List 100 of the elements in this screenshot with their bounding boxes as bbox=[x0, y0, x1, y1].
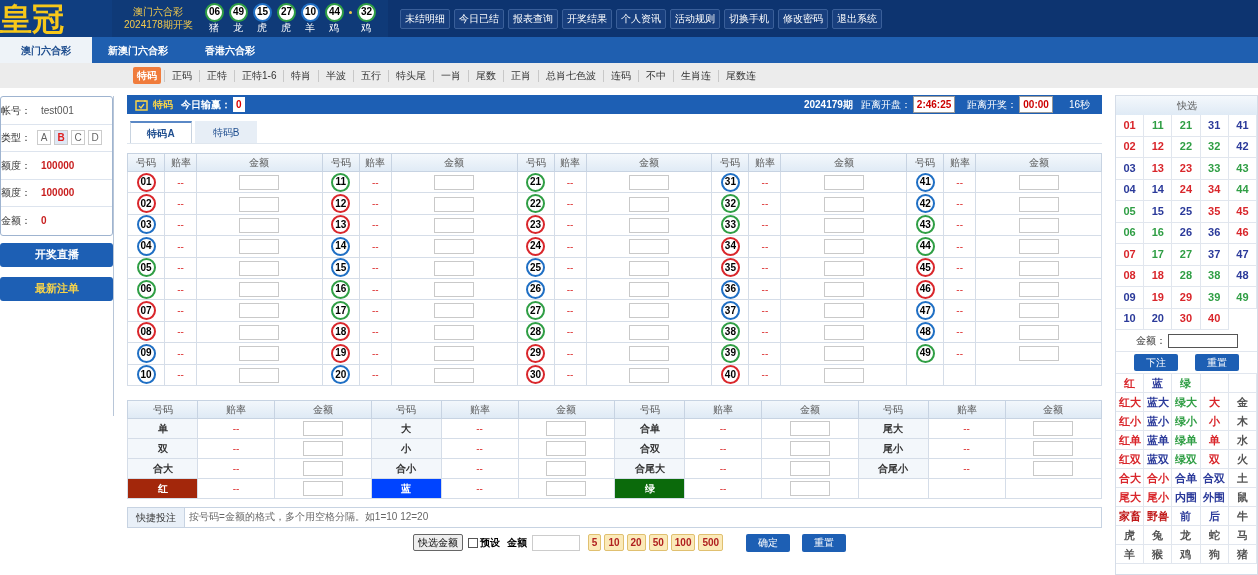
quick-pick-number[interactable]: 23 bbox=[1179, 162, 1193, 174]
amount-input[interactable] bbox=[434, 217, 475, 233]
quick-pick-option[interactable]: 野兽 bbox=[1146, 510, 1169, 522]
quick-pick-number[interactable]: 10 bbox=[1123, 313, 1136, 325]
side-menu-button[interactable]: 开奖直播 bbox=[0, 242, 113, 267]
play-type-tab[interactable]: 尾数 bbox=[472, 67, 501, 84]
amount-input[interactable] bbox=[789, 441, 830, 457]
play-type-tab[interactable]: 生肖连 bbox=[677, 67, 716, 84]
nav-button[interactable]: 开奖结果 bbox=[561, 8, 612, 29]
quick-amount-button[interactable]: 快选金额 bbox=[412, 534, 463, 552]
amount-input[interactable] bbox=[434, 239, 475, 255]
amount-input[interactable] bbox=[629, 217, 669, 233]
quick-pick-option[interactable]: 合单 bbox=[1175, 472, 1197, 484]
quick-pick-button[interactable]: 重置 bbox=[1195, 354, 1239, 371]
quick-pick-number[interactable]: 47 bbox=[1236, 248, 1249, 260]
quick-pick-number[interactable]: 29 bbox=[1179, 291, 1193, 303]
quick-pick-option[interactable]: 木 bbox=[1236, 415, 1248, 427]
quick-pick-option[interactable]: 单 bbox=[1208, 434, 1220, 446]
amount-input[interactable] bbox=[1033, 421, 1074, 437]
amount-chip[interactable]: 5 bbox=[587, 534, 602, 552]
quick-pick-number[interactable]: 14 bbox=[1151, 184, 1164, 196]
quick-pick-number[interactable]: 13 bbox=[1151, 162, 1164, 174]
amount-input[interactable] bbox=[1033, 461, 1074, 477]
amount-input[interactable] bbox=[239, 367, 280, 383]
quick-pick-number[interactable]: 42 bbox=[1236, 141, 1249, 153]
quick-pick-option[interactable]: 后 bbox=[1208, 510, 1220, 522]
amount-input[interactable] bbox=[1018, 324, 1059, 340]
quick-pick-number[interactable]: 41 bbox=[1236, 119, 1249, 131]
quick-pick-option[interactable]: 红双 bbox=[1118, 453, 1141, 465]
quick-pick-option[interactable]: 双 bbox=[1208, 453, 1220, 465]
quick-pick-option[interactable]: 狗 bbox=[1208, 548, 1220, 560]
nav-button[interactable]: 报表查询 bbox=[507, 8, 558, 29]
amount-input[interactable] bbox=[1018, 239, 1059, 255]
quick-pick-number[interactable]: 19 bbox=[1151, 291, 1164, 303]
side-menu-button[interactable]: 最新注单 bbox=[0, 276, 113, 301]
amount-input[interactable] bbox=[629, 282, 669, 298]
play-type-tab[interactable]: 总肖七色波 bbox=[542, 67, 601, 84]
nav-button[interactable]: 切换手机 bbox=[723, 8, 774, 29]
nav-button[interactable]: 未结明细 bbox=[399, 8, 450, 29]
lottery-tab[interactable]: 香港六合彩 bbox=[184, 37, 276, 63]
lottery-tab[interactable]: 新澳门六合彩 bbox=[92, 37, 184, 63]
amount-input[interactable] bbox=[629, 175, 669, 191]
quick-pick-option[interactable]: 蓝 bbox=[1152, 377, 1164, 389]
amount-input[interactable] bbox=[1018, 175, 1059, 191]
quick-pick-option[interactable]: 大 bbox=[1208, 396, 1220, 408]
odds-type-option[interactable]: D bbox=[88, 130, 102, 146]
play-type-tab[interactable]: 正码 bbox=[168, 67, 196, 84]
amount-input[interactable] bbox=[823, 324, 864, 340]
amount-chip[interactable]: 100 bbox=[670, 534, 696, 552]
amount-input[interactable] bbox=[434, 367, 475, 383]
amount-input[interactable] bbox=[789, 461, 830, 477]
amount-input[interactable] bbox=[239, 196, 280, 212]
quick-pick-option[interactable]: 红大 bbox=[1118, 396, 1141, 408]
quick-pick-option[interactable]: 蓝单 bbox=[1146, 434, 1169, 446]
amount-input[interactable] bbox=[629, 367, 669, 383]
amount-input[interactable] bbox=[302, 461, 343, 477]
quick-pick-number[interactable]: 01 bbox=[1123, 119, 1136, 131]
nav-button[interactable]: 修改密码 bbox=[777, 8, 828, 29]
amount-input[interactable] bbox=[1018, 217, 1059, 233]
amount-input[interactable] bbox=[546, 481, 587, 497]
quick-pick-option[interactable]: 合大 bbox=[1118, 472, 1141, 484]
quick-pick-option[interactable]: 红 bbox=[1124, 377, 1136, 389]
amount-input[interactable] bbox=[239, 282, 280, 298]
quick-pick-number[interactable]: 03 bbox=[1123, 162, 1136, 174]
quick-pick-option[interactable]: 尾大 bbox=[1118, 491, 1141, 503]
quick-pick-option[interactable]: 合双 bbox=[1203, 472, 1226, 484]
quick-pick-option[interactable]: 牛 bbox=[1236, 510, 1248, 522]
amount-input[interactable] bbox=[434, 175, 475, 191]
amount-input[interactable] bbox=[434, 303, 475, 319]
quick-pick-number[interactable]: 05 bbox=[1123, 205, 1136, 217]
amount-input[interactable] bbox=[823, 303, 864, 319]
amount-input[interactable] bbox=[434, 196, 475, 212]
amount-input[interactable] bbox=[302, 421, 343, 437]
quick-pick-option[interactable]: 马 bbox=[1236, 529, 1248, 541]
amount-input[interactable] bbox=[1018, 346, 1059, 362]
amount-input[interactable] bbox=[1033, 441, 1074, 457]
quick-pick-option[interactable]: 土 bbox=[1236, 472, 1248, 484]
quick-pick-option[interactable]: 尾小 bbox=[1146, 491, 1169, 503]
amount-chip[interactable]: 20 bbox=[626, 534, 646, 552]
amount-input[interactable] bbox=[239, 175, 280, 191]
amount-input[interactable] bbox=[546, 421, 587, 437]
amount-input[interactable] bbox=[1018, 260, 1059, 276]
amount-chip[interactable]: 10 bbox=[604, 534, 624, 552]
amount-input[interactable] bbox=[239, 346, 280, 362]
amount-input[interactable] bbox=[789, 421, 830, 437]
amount-input[interactable] bbox=[1018, 282, 1059, 298]
amount-input[interactable] bbox=[789, 481, 830, 497]
confirm-button[interactable]: 确定 bbox=[746, 533, 791, 552]
amount-input[interactable] bbox=[302, 441, 343, 457]
amount-input[interactable] bbox=[823, 346, 864, 362]
quick-pick-number[interactable]: 45 bbox=[1236, 205, 1249, 217]
quick-pick-number[interactable]: 31 bbox=[1208, 119, 1221, 131]
amount-input[interactable] bbox=[823, 175, 864, 191]
amount-input[interactable] bbox=[1018, 303, 1059, 319]
quick-pick-option[interactable]: 鼠 bbox=[1236, 491, 1248, 503]
quick-pick-option[interactable]: 火 bbox=[1236, 453, 1248, 465]
play-type-tab[interactable]: 一肖 bbox=[437, 67, 466, 84]
amount-chip[interactable]: 50 bbox=[648, 534, 668, 552]
quick-pick-option[interactable]: 蓝小 bbox=[1146, 415, 1169, 427]
quick-pick-option[interactable]: 蛇 bbox=[1208, 529, 1220, 541]
